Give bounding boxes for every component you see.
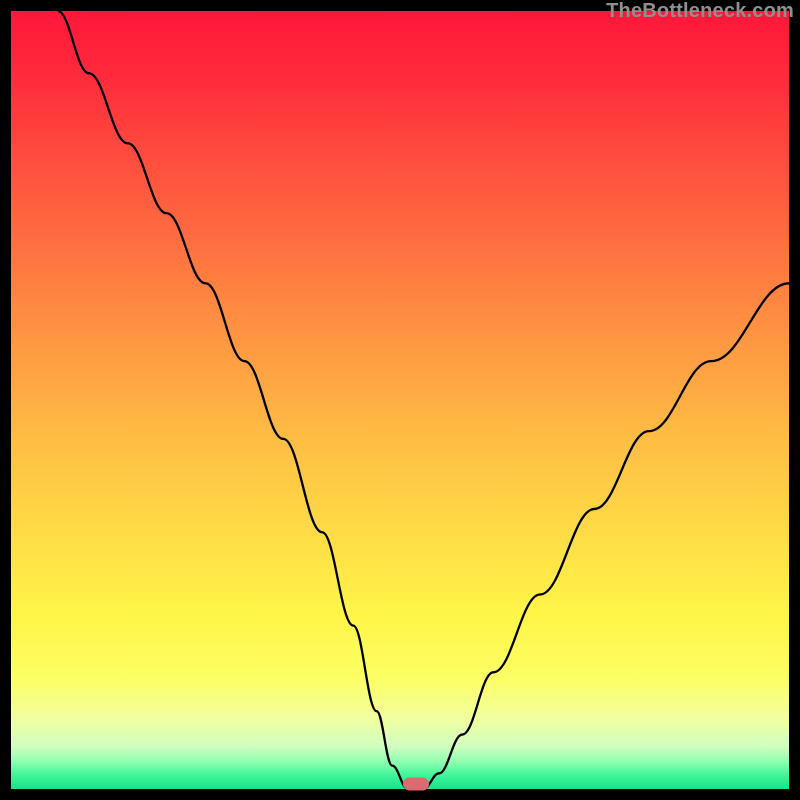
plot-area: [11, 11, 789, 789]
watermark-text: TheBottleneck.com: [606, 0, 794, 23]
optimal-point-marker: [403, 777, 429, 790]
gradient-background: [11, 11, 789, 789]
